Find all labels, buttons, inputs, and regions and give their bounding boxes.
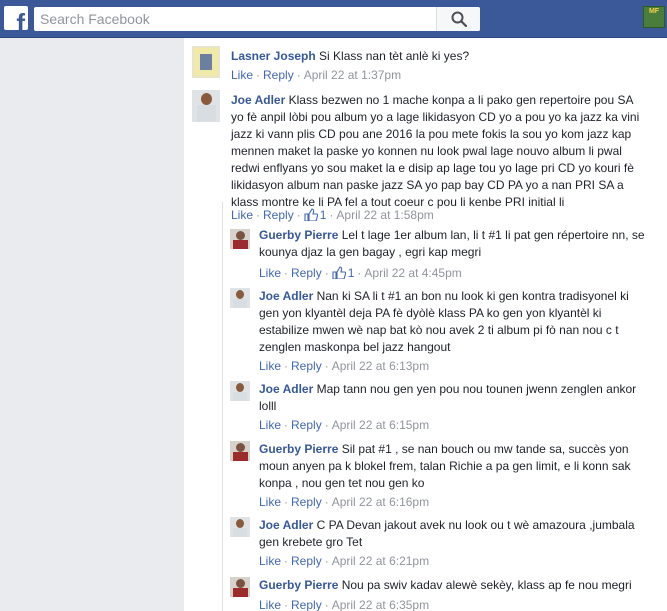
comments-panel: Lasner Joseph Si Klass nan tèt anlè ki y…	[184, 38, 667, 611]
search-input[interactable]	[34, 7, 438, 31]
like-count[interactable]: 1	[320, 208, 327, 222]
reply-link[interactable]: Reply	[291, 554, 322, 568]
like-link[interactable]: Like	[259, 554, 281, 568]
search-button[interactable]	[436, 7, 480, 31]
avatar[interactable]	[230, 517, 250, 537]
comment-author[interactable]: Joe Adler	[259, 518, 313, 532]
like-link[interactable]: Like	[259, 495, 281, 509]
reply: Joe Adler Map tann nou gen yen pou nou t…	[230, 381, 660, 436]
comment-body: Joe Adler C PA Devan jakout avek nu look…	[259, 517, 649, 551]
like-link[interactable]: Like	[259, 266, 281, 280]
reply-thread-line	[222, 202, 223, 611]
comment-actions: Like · Reply · April 22 at 6:15pm	[259, 418, 430, 432]
thumbs-up-icon[interactable]	[332, 266, 346, 279]
reply-link[interactable]: Reply	[263, 68, 294, 82]
reply-link[interactable]: Reply	[263, 208, 294, 222]
avatar[interactable]	[192, 46, 220, 78]
reply-link[interactable]: Reply	[291, 359, 322, 373]
comment-timestamp[interactable]: April 22 at 1:58pm	[336, 208, 433, 222]
app-badge-icon[interactable]: MF	[643, 6, 665, 28]
top-bar: f MF	[0, 0, 667, 38]
avatar[interactable]	[230, 441, 250, 461]
reply: Guerby Pierre Sil pat #1 , se nan bouch …	[230, 441, 660, 513]
comment-body: Joe Adler Klass bezwen no 1 mache konpa …	[231, 92, 645, 211]
comment-text: Map tann nou gen yen pou nou tounen jwen…	[259, 382, 637, 413]
comment-timestamp[interactable]: April 22 at 6:13pm	[332, 359, 429, 373]
facebook-logo-icon[interactable]: f	[4, 6, 28, 30]
like-link[interactable]: Like	[231, 208, 253, 222]
avatar[interactable]	[230, 577, 250, 597]
comment-author[interactable]: Guerby Pierre	[259, 228, 338, 242]
comment-body: Joe Adler Map tann nou gen yen pou nou t…	[259, 381, 649, 415]
comment-actions: Like · Reply · April 22 at 6:35pm	[259, 598, 430, 611]
comment-author[interactable]: Lasner Joseph	[231, 49, 316, 63]
comment-body: Lasner Joseph Si Klass nan tèt anlè ki y…	[231, 48, 651, 65]
comment-text: Nou pa swiv kadav alewè sekèy, klass ap …	[341, 578, 632, 592]
comment-body: Guerby Pierre Sil pat #1 , se nan bouch …	[259, 441, 649, 492]
comment-author[interactable]: Joe Adler	[259, 289, 313, 303]
comment-timestamp[interactable]: April 22 at 6:16pm	[332, 495, 429, 509]
comment-timestamp[interactable]: April 22 at 4:45pm	[364, 266, 461, 280]
avatar[interactable]	[230, 381, 250, 401]
reply: Guerby Pierre Lel t lage 1er album lan, …	[230, 227, 660, 284]
comment-timestamp[interactable]: April 22 at 1:37pm	[304, 68, 401, 82]
avatar[interactable]	[230, 288, 250, 308]
comment-timestamp[interactable]: April 22 at 6:35pm	[332, 598, 429, 611]
comment-actions: Like · Reply · April 22 at 6:16pm	[259, 495, 430, 509]
comment-body: Guerby Pierre Lel t lage 1er album lan, …	[259, 227, 649, 261]
reply-link[interactable]: Reply	[291, 418, 322, 432]
comment-author[interactable]: Joe Adler	[259, 382, 313, 396]
like-count[interactable]: 1	[348, 266, 355, 280]
like-link[interactable]: Like	[259, 418, 281, 432]
search-icon	[451, 11, 467, 27]
comment-author[interactable]: Guerby Pierre	[259, 442, 338, 456]
reply: Joe Adler Nan ki SA li t #1 an bon nu lo…	[230, 288, 660, 376]
comment-body: Guerby Pierre Nou pa swiv kadav alewè se…	[259, 577, 659, 594]
comment-actions: Like · Reply · April 22 at 1:37pm	[231, 68, 402, 82]
comment-text: C PA Devan jakout avek nu look ou t wè a…	[259, 518, 635, 549]
comment-actions: Like · Reply · April 22 at 6:21pm	[259, 554, 430, 568]
reply: Guerby Pierre Nou pa swiv kadav alewè se…	[230, 577, 660, 611]
comment-text: Nan ki SA li t #1 an bon nu look ki gen …	[259, 289, 629, 354]
comment-actions: Like · Reply · 1 · April 22 at 1:58pm	[231, 208, 434, 222]
like-link[interactable]: Like	[259, 359, 281, 373]
comment: Lasner Joseph Si Klass nan tèt anlè ki y…	[192, 46, 662, 86]
reply-link[interactable]: Reply	[291, 495, 322, 509]
comment-text: Si Klass nan tèt anlè ki yes?	[319, 49, 470, 63]
comment-actions: Like · Reply · 1 · April 22 at 4:45pm	[259, 266, 462, 280]
thumbs-up-icon[interactable]	[304, 208, 318, 221]
comment: Joe Adler Klass bezwen no 1 mache konpa …	[192, 90, 662, 230]
comment-actions: Like · Reply · April 22 at 6:13pm	[259, 359, 430, 373]
comment-text: Klass bezwen no 1 mache konpa a li pako …	[231, 93, 640, 209]
avatar[interactable]	[192, 90, 220, 122]
reply-link[interactable]: Reply	[291, 598, 322, 611]
comment-author[interactable]: Joe Adler	[231, 93, 285, 107]
search-box	[34, 7, 480, 31]
comment-timestamp[interactable]: April 22 at 6:15pm	[332, 418, 429, 432]
reply-link[interactable]: Reply	[291, 266, 322, 280]
comment-timestamp[interactable]: April 22 at 6:21pm	[332, 554, 429, 568]
reply: Joe Adler C PA Devan jakout avek nu look…	[230, 517, 660, 572]
like-link[interactable]: Like	[259, 598, 281, 611]
comment-body: Joe Adler Nan ki SA li t #1 an bon nu lo…	[259, 288, 649, 356]
avatar[interactable]	[230, 229, 250, 249]
like-link[interactable]: Like	[231, 68, 253, 82]
comment-author[interactable]: Guerby Pierre	[259, 578, 338, 592]
